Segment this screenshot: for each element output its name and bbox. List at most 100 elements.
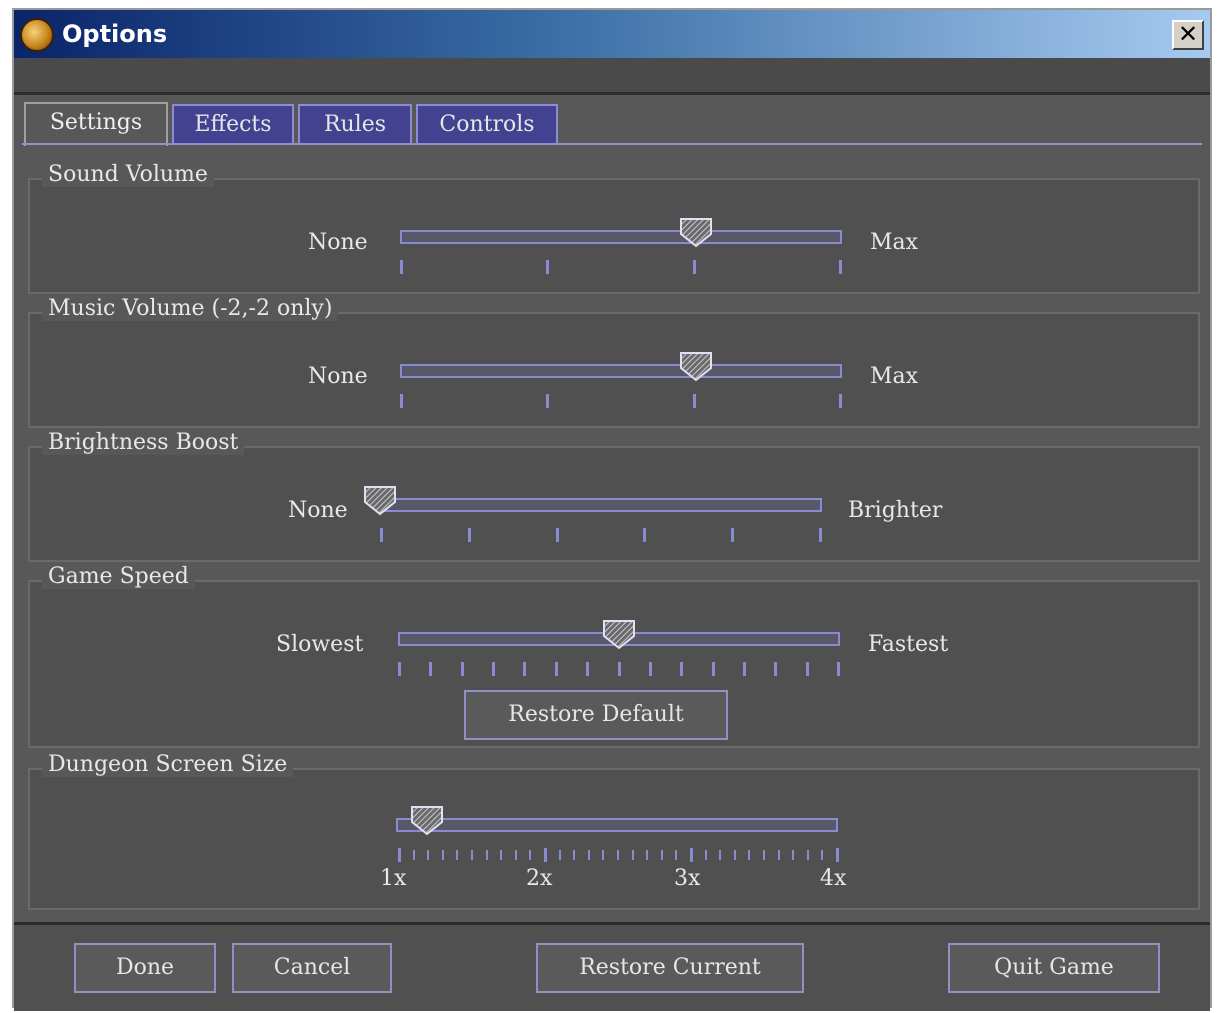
close-icon: ✕ <box>1177 20 1199 48</box>
dungeon-tick <box>412 850 415 860</box>
dungeon-slider-track[interactable] <box>396 818 838 832</box>
dungeon-tick <box>427 850 430 860</box>
dungeon-tick <box>471 850 473 860</box>
music-max-label: Max <box>870 364 919 389</box>
restore-current-button[interactable]: Restore Current <box>536 943 804 993</box>
speed-max-label: Fastest <box>868 632 949 657</box>
brightness-min-label: None <box>288 498 348 523</box>
tab-rules[interactable]: Rules <box>298 104 412 144</box>
brightness-tick <box>819 528 822 542</box>
title-bar[interactable]: Options ✕ <box>14 10 1210 58</box>
dungeon-tick <box>806 850 809 860</box>
cancel-button[interactable]: Cancel <box>232 943 392 993</box>
game-speed-title: Game Speed <box>42 564 195 589</box>
restore-default-button[interactable]: Restore Default <box>464 690 728 740</box>
sound-volume-title: Sound Volume <box>42 162 214 187</box>
brightness-tick <box>731 528 735 542</box>
dungeon-tick <box>631 850 634 860</box>
dungeon-tick <box>646 850 649 860</box>
options-window: Options ✕ Settings Effects Rules Control… <box>12 8 1212 1011</box>
speed-tick <box>711 662 715 676</box>
done-button[interactable]: Done <box>74 943 216 993</box>
speed-tick <box>492 662 496 676</box>
quit-game-button[interactable]: Quit Game <box>948 943 1160 993</box>
tab-divider <box>22 143 1202 145</box>
sound-max-label: Max <box>870 230 919 255</box>
tab-effects[interactable]: Effects <box>172 104 294 144</box>
speed-tick <box>742 662 746 676</box>
brightness-tick <box>555 528 559 542</box>
sound-tick <box>692 260 696 274</box>
dungeon-tick <box>675 850 678 860</box>
dungeon-tick <box>704 850 707 860</box>
sound-min-label: None <box>308 230 368 255</box>
music-slider-track[interactable] <box>400 364 842 378</box>
dungeon-tick <box>748 850 751 860</box>
brightness-boost-group: Brightness Boost None Brighter <box>28 430 1200 562</box>
scale-label-4x: 4x <box>820 866 847 891</box>
scale-label-2x: 2x <box>526 866 553 891</box>
speed-tick <box>680 662 684 676</box>
brightness-slider-thumb[interactable] <box>362 484 398 516</box>
dungeon-screen-size-group: Dungeon Screen Size 1x 2x 3x 4x <box>28 752 1200 910</box>
dungeon-tick <box>836 848 839 862</box>
dungeon-tick <box>485 850 488 860</box>
tab-controls[interactable]: Controls <box>416 104 558 144</box>
music-tick <box>692 394 696 408</box>
speed-tick <box>586 662 590 676</box>
brightness-max-label: Brighter <box>848 498 943 523</box>
dungeon-tick <box>821 850 824 860</box>
dungeon-tick <box>660 850 663 860</box>
dungeon-tick <box>719 850 722 860</box>
dungeon-tick <box>587 850 590 860</box>
music-slider-thumb[interactable] <box>678 350 714 382</box>
dungeon-tick <box>514 850 517 860</box>
speed-tick <box>617 662 621 676</box>
window-title: Options <box>62 20 168 48</box>
brightness-slider-track[interactable] <box>380 498 822 512</box>
dungeon-tick <box>690 848 693 862</box>
sound-tick <box>400 260 403 274</box>
dungeon-tick <box>456 850 459 860</box>
dungeon-slider-thumb[interactable] <box>409 804 445 836</box>
dungeon-tick <box>544 848 547 862</box>
app-icon <box>20 18 54 52</box>
close-button[interactable]: ✕ <box>1172 20 1204 50</box>
sound-slider-thumb[interactable] <box>678 216 714 248</box>
dungeon-tick <box>777 850 780 860</box>
speed-tick <box>429 662 433 676</box>
music-min-label: None <box>308 364 368 389</box>
dungeon-tick <box>792 850 795 860</box>
speed-slider-thumb[interactable] <box>601 618 637 650</box>
speed-tick <box>398 662 401 676</box>
brightness-tick <box>380 528 383 542</box>
brightness-boost-title: Brightness Boost <box>42 430 245 455</box>
dungeon-tick <box>558 850 561 860</box>
speed-tick <box>523 662 527 676</box>
speed-tick <box>648 662 652 676</box>
dungeon-tick <box>602 850 605 860</box>
dungeon-tick <box>733 850 736 860</box>
dungeon-tick <box>441 850 444 860</box>
dungeon-tick <box>500 850 503 860</box>
sound-tick <box>839 260 842 274</box>
dungeon-tick <box>529 850 532 860</box>
music-volume-group: Music Volume (-2,-2 only) None Max <box>28 296 1200 428</box>
music-volume-title: Music Volume (-2,-2 only) <box>42 296 339 321</box>
speed-tick <box>837 662 840 676</box>
speed-tick <box>554 662 558 676</box>
dungeon-tick <box>617 850 619 860</box>
brightness-tick <box>643 528 647 542</box>
music-tick <box>400 394 403 408</box>
sound-tick <box>546 260 550 274</box>
scale-label-3x: 3x <box>674 866 701 891</box>
sound-slider-track[interactable] <box>400 230 842 244</box>
tab-settings[interactable]: Settings <box>24 102 168 146</box>
menu-strip <box>14 58 1210 95</box>
dungeon-tick <box>398 848 401 862</box>
game-speed-group: Game Speed Slowest Fastest Restore Defau… <box>28 564 1200 748</box>
dungeon-screen-size-title: Dungeon Screen Size <box>42 752 294 777</box>
speed-tick <box>805 662 809 676</box>
scale-label-1x: 1x <box>380 866 407 891</box>
speed-tick <box>460 662 464 676</box>
